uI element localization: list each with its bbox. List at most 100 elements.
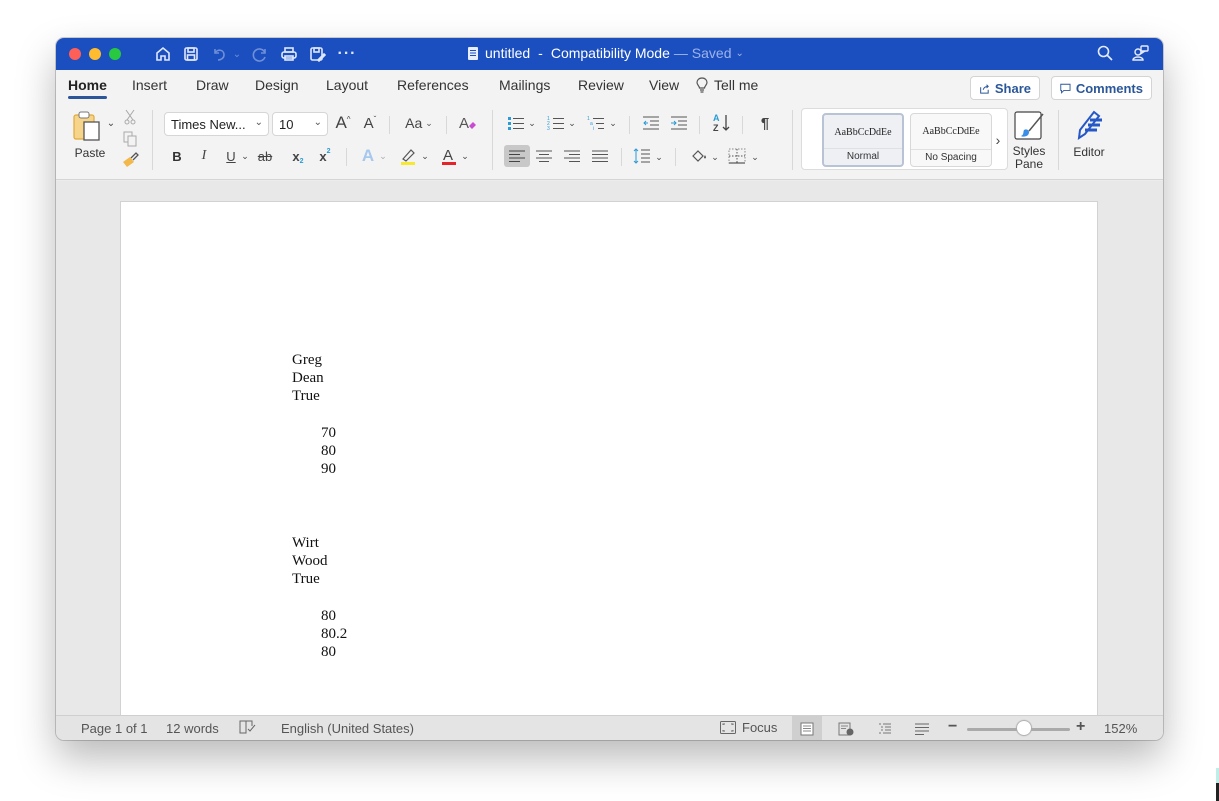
line-spacing-icon[interactable] xyxy=(631,145,653,167)
undo-dropdown-chevron-icon[interactable]: ⌄ xyxy=(232,43,242,65)
format-painter-icon[interactable] xyxy=(120,151,140,169)
document-line[interactable]: 70 xyxy=(321,425,336,442)
clear-formatting-icon[interactable]: A xyxy=(456,111,480,135)
shading-chevron-icon[interactable]: ⌄ xyxy=(710,148,720,166)
borders-icon[interactable] xyxy=(726,145,748,167)
change-case-button[interactable]: Aa ⌄ xyxy=(400,111,438,135)
document-line[interactable]: Greg xyxy=(292,352,322,369)
print-layout-view-button[interactable] xyxy=(792,716,822,740)
text-effects-chevron-icon[interactable]: ⌄ xyxy=(378,146,388,166)
document-line[interactable]: True xyxy=(292,571,320,588)
draft-view-button[interactable] xyxy=(907,716,937,740)
style-normal[interactable]: AaBbCcDdEe Normal xyxy=(822,113,904,167)
zoom-slider-thumb[interactable] xyxy=(1016,721,1031,735)
paste-options-chevron-icon[interactable]: ⌄ xyxy=(105,116,117,130)
tab-home[interactable]: Home xyxy=(68,77,107,99)
document-line[interactable]: 90 xyxy=(321,461,336,478)
styles-more-button[interactable]: › xyxy=(992,131,1004,149)
highlight-icon[interactable] xyxy=(396,144,420,168)
align-center-button[interactable] xyxy=(532,145,556,167)
style-no-spacing[interactable]: AaBbCcDdEe No Spacing xyxy=(910,113,992,167)
paste-label[interactable]: Paste xyxy=(72,145,108,161)
comments-button[interactable]: Comments xyxy=(1051,76,1152,100)
grow-font-button[interactable]: A ^ xyxy=(332,110,354,136)
tab-references[interactable]: References xyxy=(397,77,469,93)
bullets-icon[interactable] xyxy=(506,111,526,135)
language[interactable]: English (United States) xyxy=(281,721,414,736)
line-spacing-chevron-icon[interactable]: ⌄ xyxy=(654,148,664,166)
underline-chevron-icon[interactable]: ⌄ xyxy=(240,146,250,166)
numbering-icon[interactable]: 123 xyxy=(546,111,566,135)
superscript-button[interactable]: x2 xyxy=(316,144,334,168)
multilevel-list-icon[interactable]: 1ai xyxy=(586,111,606,135)
copy-icon[interactable] xyxy=(122,130,138,148)
decrease-indent-icon[interactable] xyxy=(640,111,662,135)
document-line[interactable]: True xyxy=(292,388,320,405)
shading-icon[interactable] xyxy=(688,145,710,167)
document-line[interactable]: Dean xyxy=(292,370,324,387)
web-layout-view-button[interactable] xyxy=(831,716,861,740)
document-line[interactable]: Wirt xyxy=(292,535,319,552)
increase-indent-icon[interactable] xyxy=(668,111,690,135)
tab-draw[interactable]: Draw xyxy=(196,77,229,93)
document-line[interactable]: 80 xyxy=(321,644,336,661)
more-icon[interactable]: ··· xyxy=(336,43,358,65)
font-name-select[interactable]: Times New... ⌄ xyxy=(164,112,269,136)
font-color-icon[interactable]: A xyxy=(438,144,460,168)
maximize-window-button[interactable] xyxy=(109,48,121,60)
align-right-button[interactable] xyxy=(560,145,584,167)
close-window-button[interactable] xyxy=(69,48,81,60)
tab-layout[interactable]: Layout xyxy=(326,77,368,93)
account-icon[interactable] xyxy=(1131,44,1151,67)
tab-review[interactable]: Review xyxy=(578,77,624,93)
search-icon[interactable] xyxy=(1096,44,1114,67)
show-formatting-marks-button[interactable]: ¶ xyxy=(755,111,775,135)
italic-button[interactable]: I xyxy=(195,144,213,168)
styles-pane-icon[interactable] xyxy=(1012,110,1046,142)
cut-icon[interactable] xyxy=(122,108,138,126)
bold-button[interactable]: B xyxy=(168,144,186,168)
word-count[interactable]: 12 words xyxy=(166,721,219,736)
share-button[interactable]: Share xyxy=(970,76,1040,100)
zoom-in-button[interactable]: + xyxy=(1076,718,1085,736)
tab-mailings[interactable]: Mailings xyxy=(499,77,550,93)
save-as-icon[interactable] xyxy=(306,43,328,65)
document-page[interactable]: Greg Dean True 70 80 90 Wirt Wood True 80 80.2 80 xyxy=(121,202,1097,722)
subscript-button[interactable]: x2 xyxy=(289,144,307,168)
text-effects-icon[interactable]: A xyxy=(358,144,378,168)
font-color-chevron-icon[interactable]: ⌄ xyxy=(460,146,470,166)
shrink-font-button[interactable]: Aˇ xyxy=(359,110,381,136)
highlight-chevron-icon[interactable]: ⌄ xyxy=(420,146,430,166)
save-icon[interactable] xyxy=(180,43,202,65)
bullets-chevron-icon[interactable]: ⌄ xyxy=(527,114,537,132)
undo-icon[interactable] xyxy=(208,43,230,65)
tab-view[interactable]: View xyxy=(649,77,679,93)
outline-view-button[interactable] xyxy=(870,716,900,740)
multilevel-chevron-icon[interactable]: ⌄ xyxy=(608,114,618,132)
page-count[interactable]: Page 1 of 1 xyxy=(81,721,148,736)
paste-icon[interactable] xyxy=(70,108,106,144)
zoom-out-button[interactable]: − xyxy=(948,718,957,736)
tab-insert[interactable]: Insert xyxy=(132,77,167,93)
strikethrough-button[interactable]: ab xyxy=(254,144,276,168)
document-line[interactable]: Wood xyxy=(292,553,327,570)
borders-chevron-icon[interactable]: ⌄ xyxy=(750,148,760,166)
redo-icon[interactable] xyxy=(249,43,271,65)
document-line[interactable]: 80 xyxy=(321,608,336,625)
document-line[interactable]: 80 xyxy=(321,443,336,460)
print-icon[interactable] xyxy=(278,43,300,65)
styles-pane-label[interactable]: Styles xyxy=(1006,144,1052,158)
saved-status-chevron-icon[interactable]: ⌄ xyxy=(735,48,743,59)
document-line[interactable]: 80.2 xyxy=(321,626,347,643)
underline-button[interactable]: U xyxy=(222,144,240,168)
editor-label[interactable]: Editor xyxy=(1068,144,1110,160)
zoom-percent[interactable]: 152% xyxy=(1104,721,1137,736)
styles-pane-label-2[interactable]: Pane xyxy=(1006,157,1052,171)
proofing-icon[interactable] xyxy=(239,720,257,737)
align-left-button[interactable] xyxy=(504,145,530,167)
home-icon[interactable] xyxy=(152,43,174,65)
focus-button[interactable]: Focus xyxy=(720,720,777,735)
editor-icon[interactable] xyxy=(1070,108,1108,142)
minimize-window-button[interactable] xyxy=(89,48,101,60)
tell-me-search[interactable]: Tell me xyxy=(696,77,758,93)
